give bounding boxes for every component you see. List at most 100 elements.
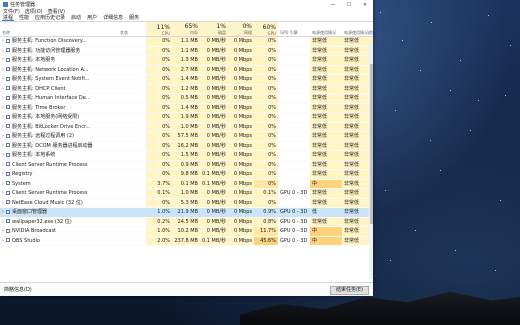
process-icon: [6, 95, 10, 100]
column-name[interactable]: 名称: [0, 22, 118, 36]
process-name-label: 服务主机: DHCP Client: [12, 85, 66, 92]
process-name-label: 服务主机: BitLocker Drive Encr...: [12, 123, 91, 130]
tab-details[interactable]: 详细信息: [102, 15, 124, 21]
process-row[interactable]: › System 3.7% 0.1 MB 0.1 MB/秒 0 Mbps 0% 中非常低: [0, 179, 373, 189]
column-power-trend[interactable]: 电源使用情况趋势: [342, 22, 373, 36]
column-status[interactable]: 状态: [118, 22, 146, 36]
column-gpu[interactable]: 60% GPU: [254, 22, 278, 36]
process-memory: 0.5 MB: [172, 94, 200, 103]
process-row[interactable]: › 服务主机: Time Broker 0% 1.4 MB 0 MB/秒 0 Mbps 0%…: [0, 103, 373, 113]
star: [402, 40, 403, 41]
process-row[interactable]: › Registry 0% 9.8 MB 0.1 MB/秒 0 Mbps 0% 非常低 非常低: [0, 170, 373, 180]
process-name: › 服务主机: Network Location A...: [0, 66, 118, 75]
process-row[interactable]: › 服务主机: Function Discovery... 0% 1.1 MB 0 MB…: [0, 37, 373, 47]
process-row[interactable]: › 服务主机: 功能访问管理器服务 0% 1.1 MB 0 MB/秒 0 Mbps 0% 非常…: [0, 46, 373, 56]
process-gpu: 0%: [254, 56, 278, 65]
fewer-details-link[interactable]: 简略信息(D): [4, 286, 32, 293]
process-memory: 9.8 MB: [172, 170, 200, 179]
process-status: [118, 208, 146, 217]
process-icon: [6, 162, 10, 166]
process-gpu: 0%: [254, 84, 278, 93]
process-row[interactable]: › NVIDIA Broadcast 1.0% 10.2 MB 0 MB/秒 0 Mbps…: [0, 227, 373, 237]
gpu-total: 60%: [262, 24, 276, 31]
process-cpu: 0%: [146, 113, 172, 122]
tab-app-history[interactable]: 应用历史记录: [34, 15, 66, 21]
process-gpu-engine: GPU 0 - 3D: [280, 190, 308, 196]
column-network[interactable]: 0% 网络: [228, 22, 254, 36]
process-gpu: 0%: [254, 179, 278, 188]
process-row[interactable]: › 服务主机: Human Interface De... 0% 0.5 MB 0 MB…: [0, 94, 373, 104]
column-cpu[interactable]: 11% CPU: [146, 22, 172, 36]
process-disk: 0 MB/秒: [200, 198, 228, 207]
process-power: 非常低: [310, 217, 342, 226]
process-name-label: 服务主机: 本地系统: [12, 152, 56, 158]
close-icon[interactable]: ✕: [357, 0, 373, 9]
process-icon: [6, 238, 10, 242]
process-gpu: 0%: [254, 141, 278, 150]
process-name: › Client Server Runtime Process: [0, 161, 118, 170]
process-row[interactable]: › OBS Studio 2.0% 237.8 MB 0.1 MB/秒 0 Mbps 45.…: [0, 236, 373, 246]
process-row[interactable]: › 服务主机: DCOM 服务器进程启动器 0% 16.2 MB 0 MB/秒 0 Mbp…: [0, 141, 373, 151]
process-row[interactable]: › 服务主机: Network Location A... 0% 2.7 MB 0 MB…: [0, 65, 373, 75]
process-status: [118, 75, 146, 84]
star: [395, 110, 396, 111]
process-row[interactable]: › 桌面窗口管理器 1.0% 21.9 MB 0 MB/秒 0 Mbps 0.9% GPU 0…: [0, 208, 373, 218]
tab-startup[interactable]: 启动: [70, 15, 82, 21]
process-row[interactable]: › 服务主机: 本地服务(网络受限) 0% 1.9 MB 0 MB/秒 0 Mbps 0% 非…: [0, 113, 373, 123]
column-gpu-engine[interactable]: GPU 引擎: [278, 22, 310, 36]
process-name-label: NVIDIA Broadcast: [12, 228, 57, 234]
column-memory[interactable]: 65% 内存: [172, 22, 200, 36]
process-network: 0 Mbps: [228, 113, 254, 122]
process-cpu: 0%: [146, 198, 172, 207]
process-icon: [6, 38, 10, 43]
column-power-usage[interactable]: 电源使用情况: [310, 22, 342, 36]
process-disk: 0 MB/秒: [200, 141, 228, 150]
process-gpu-engine: [278, 37, 310, 46]
process-status: [118, 189, 146, 198]
process-row[interactable]: › 服务主机: 远程过程调用 (2) 0% 57.5 MB 0 MB/秒 0 Mbps 0%…: [0, 132, 373, 142]
process-network: 0 Mbps: [228, 65, 254, 74]
process-network: 0 Mbps: [228, 75, 254, 84]
end-task-button[interactable]: 结束任务(E): [329, 286, 369, 295]
maximize-icon[interactable]: ☐: [341, 0, 357, 9]
process-icon: [6, 48, 10, 52]
process-memory: 1.2 MB: [172, 84, 200, 93]
process-row[interactable]: › 服务主机: DHCP Client 0% 1.2 MB 0 MB/秒 0 Mbps 0%…: [0, 84, 373, 94]
column-disk[interactable]: 1% 磁盘: [200, 22, 228, 36]
tab-processes[interactable]: 进程: [2, 15, 15, 21]
process-gpu: 0%: [254, 151, 278, 160]
process-status: [118, 56, 146, 65]
process-row[interactable]: › 服务主机: BitLocker Drive Encr... 0% 1.0 MB 0 …: [0, 122, 373, 132]
process-status: [118, 123, 146, 132]
scrollbar-thumb[interactable]: [369, 64, 373, 224]
star: [478, 100, 479, 101]
star: [390, 260, 391, 261]
process-name: › 服务主机: Human Interface De...: [0, 94, 118, 103]
column-header-row: 名称 状态 11% CPU 65% 内存 1% 磁盘 0% 网络 60% GPU GPU …: [0, 22, 373, 37]
process-cpu: 0.2%: [146, 217, 172, 226]
process-gpu: 0.9%: [254, 208, 278, 217]
process-cpu: 0%: [146, 75, 172, 84]
minimize-icon[interactable]: —: [325, 0, 341, 9]
process-gpu-engine: [278, 104, 310, 113]
process-status: [118, 199, 146, 208]
process-row[interactable]: › Client Server Runtime Process 0% 0.9 MB 0 …: [0, 160, 373, 170]
process-name: › Registry: [0, 170, 118, 179]
process-row[interactable]: › 服务主机: 本地系统 0% 1.5 MB 0 MB/秒 0 Mbps 0% 非常低 非常低: [0, 151, 373, 161]
process-cpu: 0%: [146, 103, 172, 112]
vertical-scrollbar[interactable]: [369, 44, 373, 279]
title-bar[interactable]: 任务管理器 — ☐ ✕: [0, 0, 373, 9]
process-name: › 服务主机: 本地服务: [0, 56, 118, 65]
tab-performance[interactable]: 性能: [18, 15, 30, 21]
process-power: 非常低: [310, 84, 342, 93]
process-memory: 1.9 MB: [172, 113, 200, 122]
process-row[interactable]: › 服务主机: System Event Notifi... 0% 1.4 MB 0 M…: [0, 75, 373, 85]
process-power: 非常低: [310, 122, 342, 131]
process-row[interactable]: › NetEase Cloud Music (32 位) 0% 5.3 MB 0 MB/…: [0, 198, 373, 208]
process-row[interactable]: › wallpaper32.exe (32 位) 0.2% 24.5 MB 0 MB/秒…: [0, 217, 373, 227]
tab-users[interactable]: 用户: [86, 15, 98, 21]
process-row[interactable]: › 服务主机: 本地服务 0% 1.3 MB 0 MB/秒 0 Mbps 0% 非常低 非常低: [0, 56, 373, 66]
process-name-label: 服务主机: Network Location A...: [12, 66, 89, 73]
process-row[interactable]: › Client Server Runtime Process 0.1% 1.0 MB…: [0, 189, 373, 199]
tab-services[interactable]: 服务: [128, 15, 140, 21]
